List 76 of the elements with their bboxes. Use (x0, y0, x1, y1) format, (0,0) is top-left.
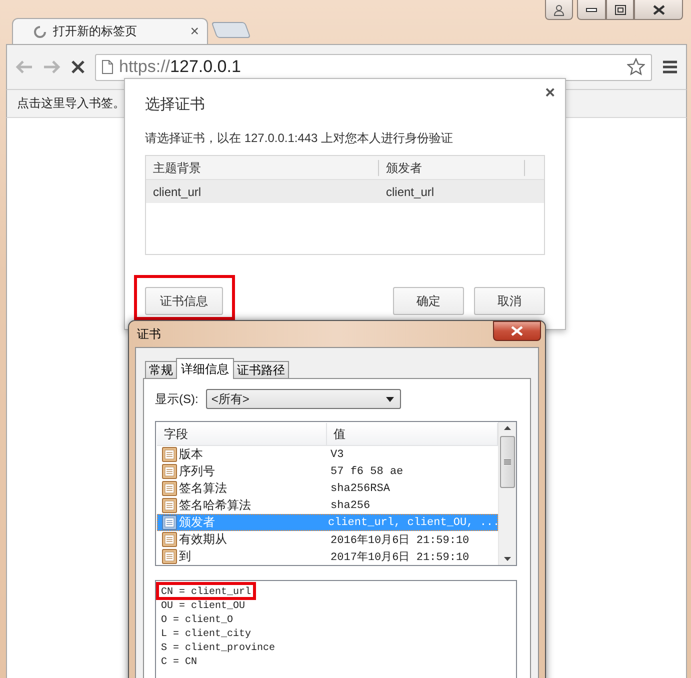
tab[interactable]: 常规 (145, 361, 177, 378)
field-value: sha256 (330, 500, 372, 512)
field-name: 到 (179, 548, 191, 565)
show-dropdown[interactable]: <所有> (206, 389, 402, 409)
menu-icon[interactable] (662, 60, 678, 74)
close-button[interactable] (634, 0, 683, 20)
field-row[interactable]: 序列号 57 f6 58 ae (157, 463, 498, 480)
maximize-icon (614, 4, 626, 14)
document-icon (162, 532, 177, 547)
detail-line: OU = client_OU (161, 601, 246, 612)
detail-text-box[interactable]: CN = client_url OU = client_OU O = client_O L = client_city S = client_province C = CN (155, 580, 517, 678)
grip-icon (504, 459, 511, 465)
detail-line: L = client_city (161, 629, 252, 640)
field-name: 有效期从 (179, 531, 227, 548)
certificate-row[interactable]: client_url client_url (146, 180, 544, 203)
close-icon (511, 326, 523, 336)
dialog-prompt: 请选择证书，以在 127.0.0.1:443 上对您本人进行身份验证 (145, 130, 454, 147)
field-row[interactable]: 到 2017年10月6日 21:59:10 (157, 548, 498, 565)
dialog-button[interactable]: 证书信息 (145, 287, 223, 315)
tab-title: 打开新的标签页 (53, 23, 138, 40)
document-icon (162, 549, 177, 564)
field-value: 2017年10月6日 21:59:10 (330, 550, 470, 564)
detail-line: O = client_O (161, 615, 234, 626)
column-header[interactable]: 颁发者 (379, 160, 525, 176)
maximize-button[interactable] (606, 0, 634, 20)
dialog-title: 选择证书 (145, 95, 206, 114)
bookmark-hint[interactable]: 点击这里导入书签。 (17, 95, 125, 112)
scroll-thumb[interactable] (500, 436, 515, 488)
close-icon (652, 4, 664, 14)
field-row[interactable]: 签名算法 sha256RSA (157, 480, 498, 497)
close-button[interactable] (493, 321, 541, 341)
field-value: 2016年10月6日 21:59:10 (330, 533, 470, 547)
browser-tab[interactable]: 打开新的标签页 × (12, 18, 208, 44)
field-value: sha256RSA (330, 482, 391, 494)
minimize-icon (586, 6, 597, 12)
user-icon (553, 4, 565, 16)
field-name: 签名算法 (179, 480, 227, 497)
dropdown-arrow-icon (386, 396, 394, 402)
document-icon (162, 515, 177, 530)
field-name: 版本 (179, 446, 203, 463)
table-cell-text: client_url (152, 184, 202, 198)
field-value: client_url, client_OU, ... (327, 516, 498, 528)
star-icon[interactable] (627, 58, 645, 76)
tab[interactable]: 详细信息 (176, 358, 234, 379)
document-icon (162, 464, 177, 479)
page-icon (102, 60, 113, 74)
window-title: 证书 (137, 326, 162, 342)
column-header[interactable]: 主题背景 (146, 160, 379, 176)
minimize-button[interactable] (577, 0, 606, 20)
stop-icon[interactable] (71, 60, 85, 74)
field-name: 序列号 (179, 463, 215, 480)
field-row[interactable]: 版本 V3 (157, 446, 498, 463)
scrollbar[interactable] (498, 422, 516, 565)
address-bar[interactable]: https://127.0.0.1 (95, 54, 652, 80)
detail-line: C = CN (161, 657, 198, 668)
tab[interactable]: 证书路径 (233, 361, 289, 378)
field-row[interactable]: 有效期从 2016年10月6日 21:59:10 (157, 531, 498, 548)
document-icon (162, 447, 177, 462)
document-icon (162, 498, 177, 513)
profile-button[interactable] (545, 0, 573, 20)
table-cell-text: client_url (385, 184, 436, 198)
dialog-button[interactable]: 确定 (393, 287, 464, 315)
field-name: 签名哈希算法 (179, 497, 251, 514)
field-row[interactable]: 签名哈希算法 sha256 (157, 497, 498, 514)
field-value: V3 (330, 448, 345, 460)
field-name: 颁发者 (179, 514, 215, 531)
column-header[interactable]: 字段 (157, 423, 326, 445)
dialog-button[interactable]: 取消 (474, 287, 545, 315)
show-label: 显示(S): (155, 390, 198, 408)
detail-line: S = client_province (161, 643, 276, 654)
tab-close[interactable]: × (190, 23, 199, 40)
field-value: 57 f6 58 ae (330, 466, 404, 478)
detail-line: CN = client_url (161, 587, 252, 598)
url-text: https://127.0.0.1 (119, 57, 242, 77)
document-icon (162, 481, 177, 496)
close-button[interactable]: × (545, 83, 555, 103)
